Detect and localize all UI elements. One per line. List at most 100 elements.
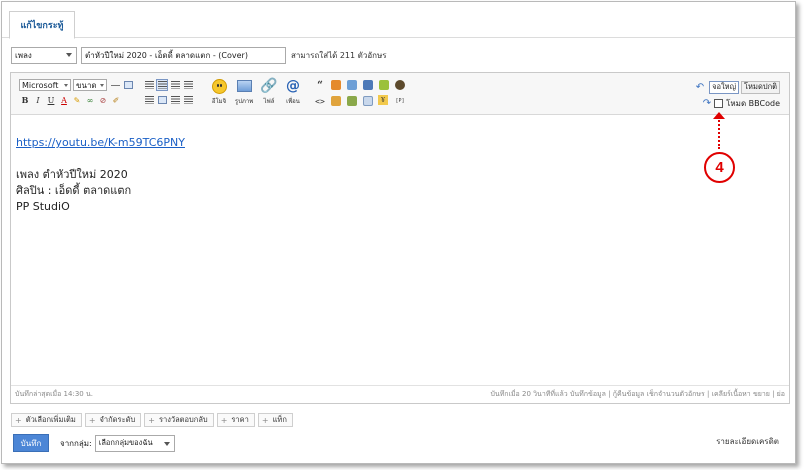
align-left-icon: [157, 81, 167, 89]
table-button[interactable]: [156, 94, 168, 106]
background-color-button[interactable]: [122, 79, 134, 91]
lock-icon[interactable]: [330, 95, 342, 107]
plus-icon: +: [148, 415, 155, 425]
table-icon: [157, 96, 167, 104]
toolbar-row-2: B I U A ✎ ∞ ⊘ ✐: [19, 94, 195, 106]
highlight-icon[interactable]: ✎: [71, 94, 83, 106]
tag-read-permission[interactable]: + จำกัดระดับ: [84, 413, 142, 427]
smilies-label: อีโมจิ: [211, 98, 227, 105]
bullet-list-button[interactable]: [182, 94, 194, 106]
editor-statusbar: บันทึกล่าสุดเมื่อ 14:30 น. บันทึกเมื่อ 2…: [11, 385, 789, 403]
annotation-step-badge: 4: [704, 152, 735, 183]
chevron-down-icon: [163, 441, 170, 446]
option-tags: + ตัวเลือกเพิ่มเติม + จำกัดระดับ + รางวัลตอ…: [11, 413, 296, 427]
smilies-button[interactable]: อีโมจิ: [207, 78, 231, 106]
mode-row-2: ↷ โหมด BBCode: [696, 96, 780, 110]
pay-icon[interactable]: ¥: [378, 95, 388, 105]
hide-icon[interactable]: [346, 79, 358, 91]
bullet-list-icon: [183, 96, 193, 104]
bold-button[interactable]: B: [19, 94, 31, 106]
horizontal-rule-button[interactable]: [109, 79, 121, 91]
italic-button[interactable]: I: [32, 94, 44, 106]
content-line-song: เพลง ตำหัวปีใหม่ 2020: [16, 168, 128, 181]
attach-label: ไฟล์: [263, 98, 275, 105]
template-icon[interactable]: [362, 95, 374, 107]
toolbar-row-1: Microsoft ขนาด: [19, 79, 195, 91]
chevron-down-icon: [66, 53, 72, 57]
align-right-button[interactable]: [182, 79, 194, 91]
group-label: จากกลุ่ม:: [60, 438, 92, 448]
tag-extra-options[interactable]: + ตัวเลือกเพิ่มเติม: [11, 413, 82, 427]
html-code-icon[interactable]: <>: [314, 95, 326, 107]
rich-text-editor: Microsoft ขนาด B I U A ✎ ∞ ⊘ ✐ อีโมจิ รู…: [10, 72, 790, 404]
quote-icon[interactable]: “: [314, 79, 326, 91]
annotation-dotted-line: [718, 113, 720, 149]
chevron-down-icon: [100, 84, 104, 87]
chevron-down-icon: [64, 84, 68, 87]
paste-icon[interactable]: [346, 95, 358, 107]
ordered-list-icon: [170, 96, 180, 104]
content-line-studio: PP StudiO: [16, 200, 70, 213]
font-color-button[interactable]: A: [58, 94, 70, 106]
char-limit-text: สามารถใส่ได้ 211 ตัวอักษร: [291, 51, 387, 60]
full-editor-button[interactable]: จอใหญ่: [709, 80, 740, 94]
statusbar-actions[interactable]: บันทึกเมื่อ 20 วินาทีที่แล้ว บันทึกข้อมู…: [490, 389, 785, 400]
redo-arrow-icon[interactable]: ↷: [703, 98, 711, 109]
paperclip-icon: 🔗: [260, 78, 278, 94]
image-button[interactable]: รูปภาพ: [232, 78, 256, 106]
undo-arrow-icon[interactable]: ↶: [696, 82, 704, 93]
last-saved-text: บันทึกล่าสุดเมื่อ 14:30 น.: [15, 390, 93, 398]
editor-toolbar: Microsoft ขนาด B I U A ✎ ∞ ⊘ ✐ อีโมจิ รู…: [11, 73, 789, 115]
youtube-link[interactable]: https://youtu.be/K-m59TC6PNY: [16, 136, 185, 149]
at-sign-icon: @: [286, 78, 300, 94]
free-icon[interactable]: [362, 79, 374, 91]
plus-icon: +: [15, 415, 22, 425]
subject-input[interactable]: ตำหัวปีใหม่ 2020 - เอ็ดดี้ ตลาดแตก - (Co…: [81, 47, 286, 64]
plus-icon: +: [261, 415, 269, 425]
align-center-button[interactable]: [169, 79, 181, 91]
font-family-combo[interactable]: Microsoft: [19, 79, 71, 91]
ordered-list-button[interactable]: [169, 94, 181, 106]
editor-content[interactable]: https://youtu.be/K-m59TC6PNY เพลง ตำหัวป…: [16, 135, 784, 215]
extra-tools-grid: “ <> ¥ [P]: [314, 79, 410, 107]
bbcode-checkbox[interactable]: [714, 98, 724, 108]
credit-details-link[interactable]: รายละเอียดเครดิต: [716, 435, 779, 448]
group-select[interactable]: เลือกกลุ่มของฉัน: [94, 434, 175, 452]
tag-tags[interactable]: + แท็ก: [257, 413, 293, 427]
unlink-icon[interactable]: ⊘: [97, 94, 109, 106]
normal-mode-button[interactable]: โหมดปกติ: [741, 80, 780, 94]
tag-reply-reward[interactable]: + รางวัลตอบกลับ: [144, 413, 214, 427]
font-size-value: ขนาด: [76, 80, 97, 90]
font-family-value: Microsoft: [22, 80, 59, 90]
align-left-button[interactable]: [156, 79, 168, 91]
float-right-button[interactable]: [143, 94, 155, 106]
mention-label: เพื่อน: [286, 98, 300, 105]
save-button[interactable]: บันทึก: [13, 434, 49, 452]
thread-type-value: เพลง: [15, 51, 32, 60]
underline-button[interactable]: U: [45, 94, 57, 106]
tag-price[interactable]: + ราคา: [216, 413, 255, 427]
clear-format-icon[interactable]: ✐: [110, 94, 122, 106]
page-break-icon[interactable]: [P]: [394, 95, 406, 107]
code-icon[interactable]: [330, 79, 342, 91]
attach-button[interactable]: 🔗 ไฟล์: [257, 78, 281, 106]
tab-bar: แก้ไขกระทู้: [2, 2, 795, 39]
float-left-button[interactable]: [143, 79, 155, 91]
smiley-icon: [211, 78, 227, 94]
mention-button[interactable]: @ เพื่อน: [281, 78, 305, 106]
audio-icon[interactable]: [378, 79, 390, 91]
bbcode-label: โหมด BBCode: [726, 98, 780, 108]
post-editor-window: แก้ไขกระทู้ เพลง ตำหัวปีใหม่ 2020 - เอ็ด…: [1, 1, 796, 464]
group-select-value: เลือกกลุ่มของฉัน: [98, 438, 153, 447]
float-right-icon: [144, 96, 154, 104]
tab-edit-post[interactable]: แก้ไขกระทู้: [9, 11, 75, 39]
thread-type-select[interactable]: เพลง: [11, 47, 77, 64]
image-label: รูปภาพ: [234, 98, 254, 105]
submit-row: บันทึก จากกลุ่ม: เลือกกลุ่มของฉัน: [13, 434, 175, 452]
font-size-combo[interactable]: ขนาด: [73, 79, 107, 91]
flash-icon[interactable]: [394, 79, 406, 91]
editor-mode-tools: ↶ จอใหญ่ โหมดปกติ ↷ โหมด BBCode: [696, 80, 780, 112]
bgcolor-icon: [123, 81, 133, 89]
link-icon[interactable]: ∞: [84, 94, 96, 106]
float-left-icon: [144, 81, 154, 89]
